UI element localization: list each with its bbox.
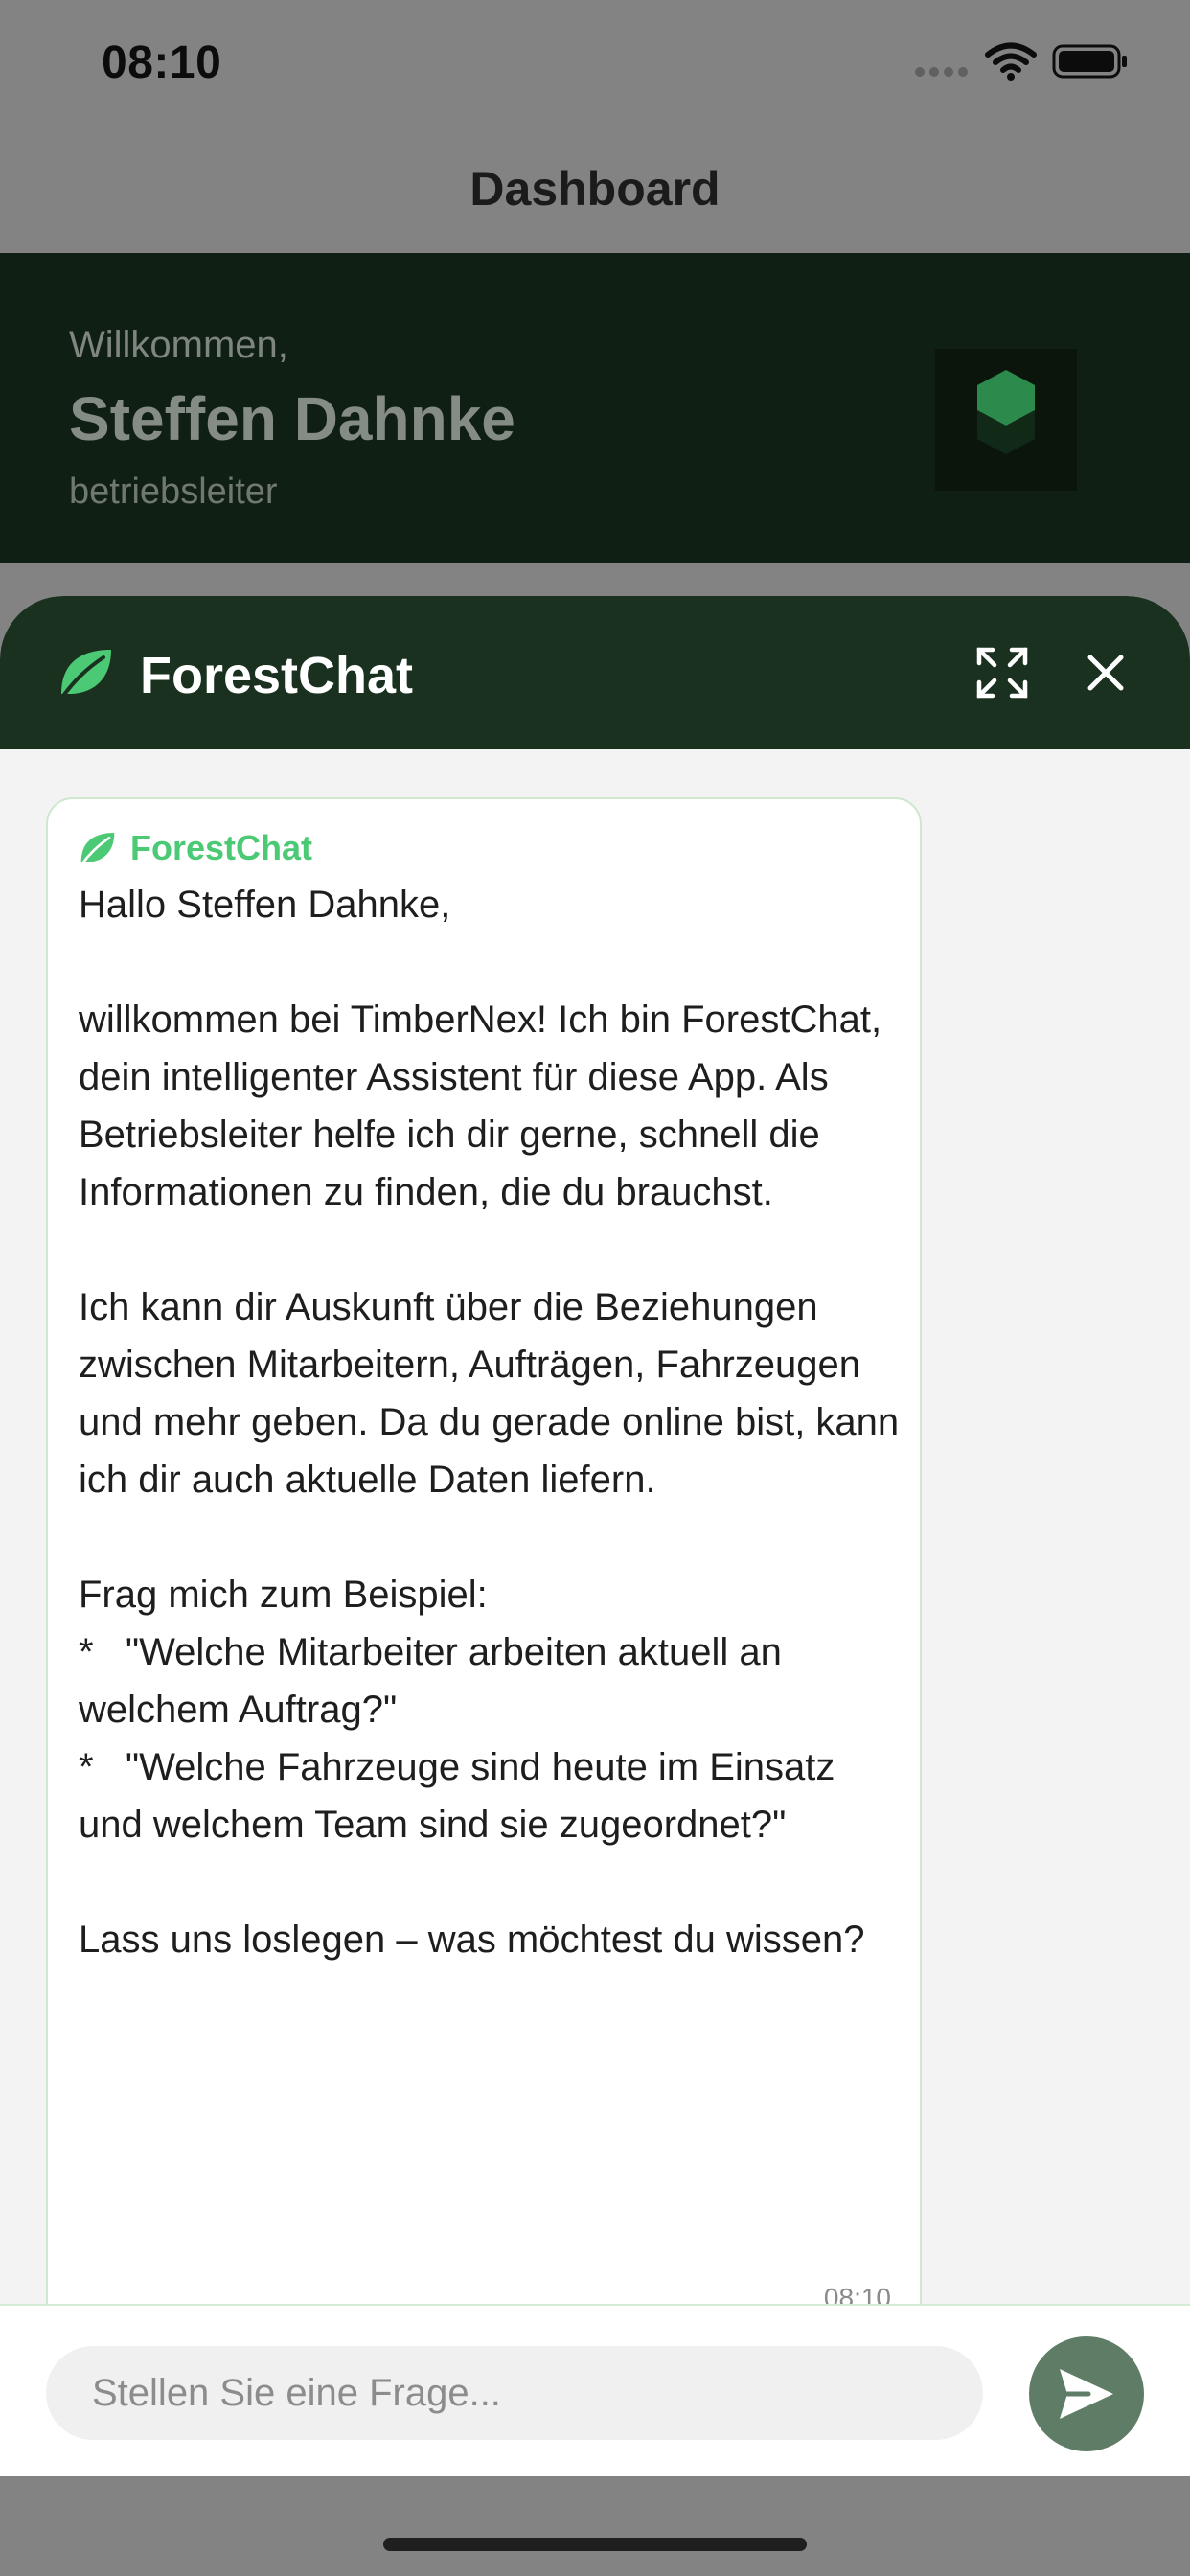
close-button[interactable] xyxy=(1077,644,1134,702)
cellular-signal-icon xyxy=(915,67,969,80)
welcome-label: Willkommen, xyxy=(69,324,288,366)
chat-sheet: ForestChat ForestChat Hallo Steffen Dahn… xyxy=(0,596,1190,2476)
expand-button[interactable] xyxy=(973,644,1031,702)
close-icon xyxy=(1087,655,1124,691)
battery-icon xyxy=(1052,44,1127,79)
send-icon xyxy=(1060,2369,1113,2419)
status-time: 08:10 xyxy=(102,37,222,88)
expand-icon xyxy=(976,647,1028,699)
chat-header: ForestChat xyxy=(0,596,1190,749)
app-logo-icon xyxy=(935,349,1077,491)
user-name: Steffen Dahnke xyxy=(69,384,515,453)
send-button[interactable] xyxy=(1029,2336,1144,2451)
message-sender: ForestChat xyxy=(130,828,313,867)
message-text: Hallo Steffen Dahnke, willkommen bei Tim… xyxy=(79,884,900,1961)
chat-title: ForestChat xyxy=(140,647,414,704)
sender-leaf-icon xyxy=(80,833,115,865)
page-title: Dashboard xyxy=(469,162,721,216)
chat-input[interactable] xyxy=(46,2346,983,2440)
input-bar xyxy=(0,2304,1190,2476)
user-role: betriebsleiter xyxy=(69,472,278,512)
leaf-icon xyxy=(61,650,111,698)
wifi-icon xyxy=(985,42,1037,80)
home-indicator xyxy=(383,2538,807,2551)
assistant-message: ForestChat Hallo Steffen Dahnke, willkom… xyxy=(46,797,922,2331)
